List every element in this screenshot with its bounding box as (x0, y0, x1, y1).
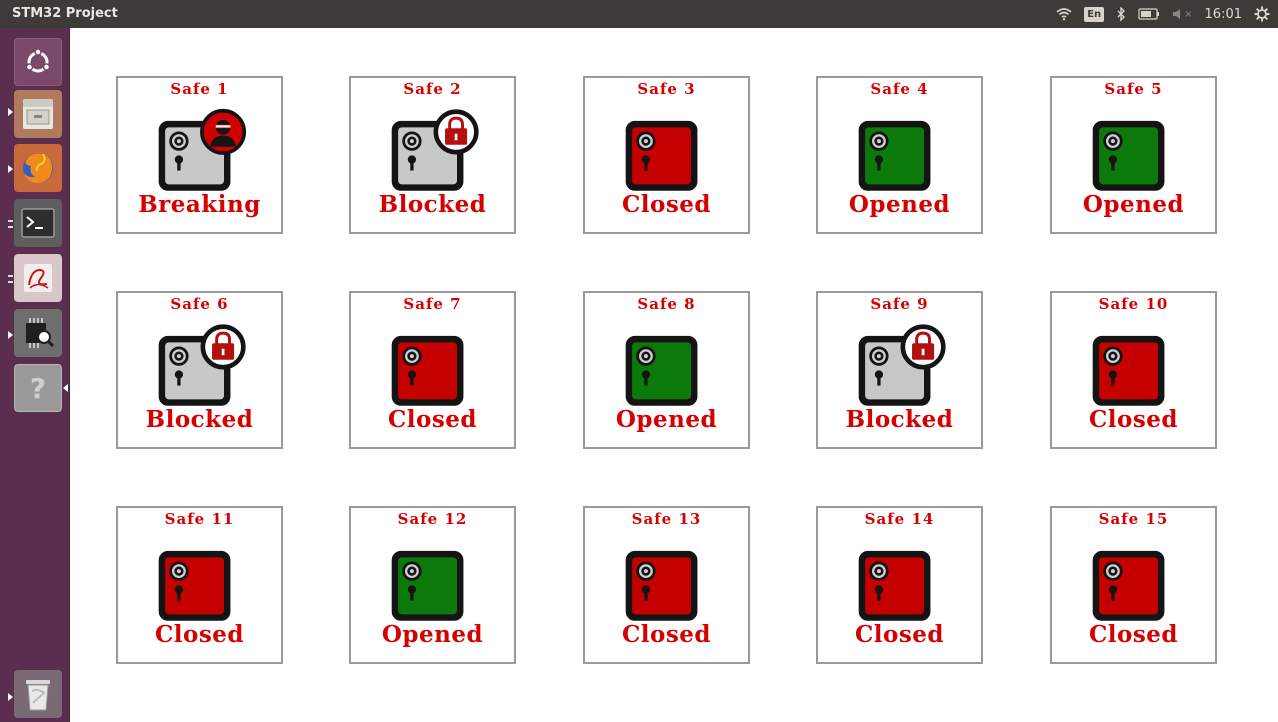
launcher: ? (0, 28, 70, 722)
safe-opened-icon (388, 538, 480, 630)
safe-name: Safe 2 (403, 80, 462, 98)
running-indicator (8, 165, 13, 173)
safe-card[interactable]: Safe 10 Closed (1050, 291, 1217, 449)
safe-name: Safe 14 (864, 510, 935, 528)
safe-breaking-thief-icon (155, 108, 247, 200)
safe-card[interactable]: Safe 2 Blocked (349, 76, 516, 234)
wifi-icon[interactable] (1056, 5, 1072, 23)
safe-name: Safe 1 (170, 80, 229, 98)
safe-closed-icon (622, 538, 714, 630)
trash-icon[interactable] (14, 670, 62, 718)
safe-closed-icon (855, 538, 947, 630)
running-indicator (8, 275, 13, 283)
top-panel: STM32 Project En × 16:01 (0, 0, 1278, 28)
safe-opened-icon (855, 108, 947, 200)
safe-opened-icon (622, 323, 714, 415)
safe-opened-icon (1089, 108, 1181, 200)
safe-name: Safe 9 (870, 295, 929, 313)
safe-card[interactable]: Safe 14 Closed (816, 506, 983, 664)
safe-card[interactable]: Safe 12 Opened (349, 506, 516, 664)
safe-name: Safe 3 (637, 80, 696, 98)
safe-closed-icon (1089, 323, 1181, 415)
safe-card[interactable]: Safe 13 Closed (583, 506, 750, 664)
safe-card[interactable]: Safe 1 Breaking (116, 76, 283, 234)
running-indicator (8, 331, 13, 339)
safe-status: Closed (1088, 621, 1179, 648)
safe-name: Safe 13 (631, 510, 702, 528)
help-icon-glyph: ? (29, 371, 47, 405)
safe-blocked-lock-icon (388, 108, 480, 200)
safe-blocked-lock-icon (155, 323, 247, 415)
safe-status: Closed (621, 621, 712, 648)
safe-grid: Safe 1 Breaking Safe 2 Blocked Safe 3 Cl… (116, 76, 1218, 664)
safe-card[interactable]: Safe 9 Blocked (816, 291, 983, 449)
volume-muted-symbol: × (1184, 8, 1193, 20)
safe-status: Blocked (145, 406, 254, 433)
safe-status: Breaking (138, 191, 261, 218)
safe-status: Blocked (378, 191, 487, 218)
safe-status: Closed (387, 406, 478, 433)
safe-name: Safe 10 (1098, 295, 1169, 313)
safe-status: Opened (848, 191, 951, 218)
safe-card[interactable]: Safe 5 Opened (1050, 76, 1217, 234)
safe-closed-icon (388, 323, 480, 415)
safe-card[interactable]: Safe 4 Opened (816, 76, 983, 234)
safe-name: Safe 8 (637, 295, 696, 313)
safe-status: Opened (1082, 191, 1185, 218)
running-indicator (8, 220, 13, 228)
safe-name: Safe 11 (164, 510, 235, 528)
safe-status: Blocked (845, 406, 954, 433)
safe-name: Safe 12 (397, 510, 468, 528)
safe-status: Opened (615, 406, 718, 433)
running-indicator (8, 108, 13, 116)
keyboard-layout-indicator[interactable]: En (1084, 6, 1105, 22)
settings-gear-icon[interactable] (1254, 5, 1270, 23)
bluetooth-icon[interactable] (1116, 5, 1126, 23)
firefox-icon[interactable] (14, 144, 62, 192)
safe-card[interactable]: Safe 7 Closed (349, 291, 516, 449)
safe-card[interactable]: Safe 15 Closed (1050, 506, 1217, 664)
volume-muted-icon[interactable]: × (1172, 5, 1193, 23)
safe-name: Safe 5 (1104, 80, 1163, 98)
ubuntu-dash-icon[interactable] (14, 38, 62, 86)
indicator-area: En × 16:01 (1056, 4, 1270, 24)
safe-card[interactable]: Safe 6 Blocked (116, 291, 283, 449)
help-icon[interactable]: ? (14, 364, 62, 412)
safe-name: Safe 7 (403, 295, 462, 313)
safe-closed-icon (1089, 538, 1181, 630)
safe-status: Closed (154, 621, 245, 648)
safe-card[interactable]: Safe 11 Closed (116, 506, 283, 664)
terminal-icon[interactable] (14, 199, 62, 247)
safe-status: Opened (381, 621, 484, 648)
safe-blocked-lock-icon (855, 323, 947, 415)
focus-indicator (63, 384, 68, 392)
safe-closed-icon (155, 538, 247, 630)
safe-status: Closed (621, 191, 712, 218)
safe-status: Closed (1088, 406, 1179, 433)
stm32-tool-icon[interactable] (14, 309, 62, 357)
safe-closed-icon (622, 108, 714, 200)
safe-card[interactable]: Safe 8 Opened (583, 291, 750, 449)
window-title: STM32 Project (12, 6, 118, 21)
running-indicator (8, 693, 13, 701)
safe-name: Safe 6 (170, 295, 229, 313)
safe-status: Closed (854, 621, 945, 648)
clock[interactable]: 16:01 (1205, 5, 1242, 23)
battery-icon[interactable] (1138, 5, 1160, 23)
files-icon[interactable] (14, 90, 62, 138)
safe-card[interactable]: Safe 3 Closed (583, 76, 750, 234)
safe-name: Safe 15 (1098, 510, 1169, 528)
safe-name: Safe 4 (870, 80, 929, 98)
text-editor-icon[interactable] (14, 254, 62, 302)
